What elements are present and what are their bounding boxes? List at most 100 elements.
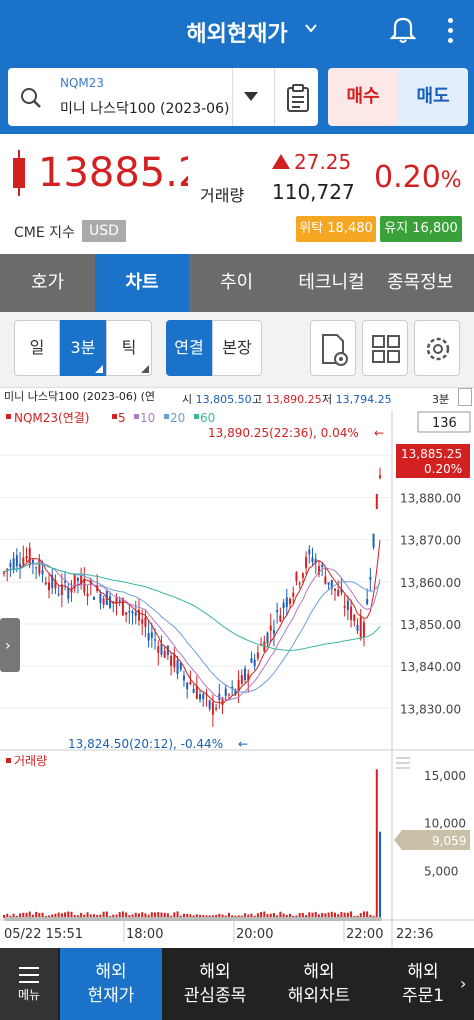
candle: [147, 632, 150, 641]
volume-label: 거래량: [200, 186, 245, 205]
candle: [202, 694, 205, 700]
candle: [41, 570, 44, 575]
candle: [362, 622, 365, 638]
grid-layout-icon[interactable]: [362, 320, 408, 376]
candle: [256, 652, 259, 659]
chart-symbol-name: 미니 나스닥100 (2023-06) (연결): [4, 390, 154, 403]
chevron-down-icon[interactable]: [304, 20, 318, 39]
menu-button[interactable]: 메뉴: [0, 948, 58, 1020]
candle: [47, 582, 50, 591]
candle-icon-body: [13, 158, 25, 188]
main-session-button[interactable]: 본장: [212, 320, 262, 376]
legend-ma-label: 10: [140, 411, 155, 425]
candle: [160, 644, 163, 655]
volume-value: 110,727: [272, 180, 355, 204]
legend-marker: [6, 414, 11, 419]
candle: [250, 658, 253, 663]
candle: [199, 694, 202, 700]
dropdown-arrow-icon[interactable]: [244, 92, 258, 101]
open-label: 시 13,805.50: [182, 393, 252, 406]
candle: [334, 588, 337, 591]
candle: [356, 624, 359, 631]
candle: [121, 598, 124, 616]
candle: [76, 577, 79, 581]
candle: [86, 593, 89, 597]
period-minute-button[interactable]: 3분: [60, 320, 106, 376]
maintenance-margin-badge: 유지 16,800: [380, 216, 462, 242]
candle: [244, 668, 247, 681]
gear-icon[interactable]: [414, 320, 460, 376]
candle: [375, 494, 378, 509]
low-label: 저 13,794.25: [322, 393, 392, 406]
chart-settings-doc-icon[interactable]: [310, 320, 356, 376]
bottom-nav: 메뉴 해외 현재가 해외 관심종목 해외 해외차트 해외 주문1 ›: [0, 948, 474, 1020]
symbol-search[interactable]: NQM23 미니 나스닥100 (2023-06): [8, 68, 318, 126]
candle: [19, 564, 22, 567]
change-percent: 0.20%: [374, 160, 462, 195]
candle: [305, 557, 308, 568]
hamburger-icon: [19, 967, 39, 983]
x-tick-label: 22:36: [396, 927, 433, 942]
candle: [182, 675, 185, 681]
candle: [15, 555, 18, 567]
nav-watchlist[interactable]: 해외 관심종목: [164, 948, 266, 1020]
candle: [179, 662, 182, 670]
tab-info[interactable]: 종목정보: [379, 254, 474, 312]
candle: [150, 632, 153, 638]
legend-ma-label: 5: [118, 411, 126, 425]
y-tick-label: 13,870.00: [400, 534, 461, 548]
candle: [359, 616, 362, 638]
chevron-right-icon[interactable]: ›: [460, 974, 466, 993]
y-tick-label: 13,850.00: [400, 618, 461, 632]
tab-bar: 호가 차트 추이 테크니컬 종목정보: [0, 254, 474, 312]
tab-trend[interactable]: 추이: [189, 254, 284, 312]
candle: [240, 675, 243, 684]
bell-icon[interactable]: [389, 14, 417, 44]
chart-area[interactable]: 13,890.0013,880.0013,870.0013,860.0013,8…: [0, 410, 474, 948]
candle: [211, 702, 214, 715]
chart-menu-icon[interactable]: [458, 388, 472, 406]
chart-period: 3분: [432, 393, 450, 406]
period-day-button[interactable]: 일: [14, 320, 60, 376]
candle: [28, 548, 31, 566]
x-tick-label: 20:00: [236, 927, 273, 942]
candle: [301, 573, 304, 578]
buy-button[interactable]: 매수: [328, 68, 398, 126]
candle: [176, 660, 179, 675]
candle: [173, 654, 176, 668]
linked-button[interactable]: 연결: [166, 320, 212, 376]
nav-current-price[interactable]: 해외 현재가: [60, 948, 162, 1020]
candle: [289, 598, 292, 604]
sell-button[interactable]: 매도: [398, 68, 468, 126]
period-tick-button[interactable]: 틱: [106, 320, 152, 376]
candle: [324, 576, 327, 584]
candle: [137, 609, 140, 621]
candle: [308, 549, 311, 555]
volume-bar: [379, 831, 381, 918]
more-menu-icon[interactable]: [440, 14, 460, 48]
candle: [192, 689, 195, 693]
legend-ma-marker: [112, 414, 117, 419]
candle: [44, 582, 47, 585]
candle: [253, 659, 256, 667]
candle: [195, 686, 198, 699]
candle: [266, 632, 269, 644]
chart-info-bar: 미니 나스닥100 (2023-06) (연결) 시 13,805.50 고 1…: [0, 388, 474, 410]
tab-orderbook[interactable]: 호가: [0, 254, 95, 312]
nav-order[interactable]: 해외 주문1: [372, 948, 474, 1020]
nav-chart[interactable]: 해외 해외차트: [268, 948, 370, 1020]
candle: [282, 602, 285, 609]
candle: [141, 619, 144, 624]
vol-tick-label: 15,000: [424, 769, 466, 783]
price-chart[interactable]: 13,890.0013,880.0013,870.0013,860.0013,8…: [0, 410, 474, 948]
search-icon[interactable]: [20, 87, 42, 109]
candle: [369, 577, 372, 580]
candle: [337, 590, 340, 596]
candle: [154, 639, 157, 641]
last-price: 13885.25: [38, 150, 188, 196]
tab-technical[interactable]: 테크니컬: [284, 254, 379, 312]
tab-chart[interactable]: 차트: [95, 254, 189, 312]
symbol-bar: NQM23 미니 나스닥100 (2023-06) 매수 매도: [0, 62, 474, 134]
clipboard-icon[interactable]: [286, 84, 310, 112]
legend-ma-marker: [194, 414, 199, 419]
